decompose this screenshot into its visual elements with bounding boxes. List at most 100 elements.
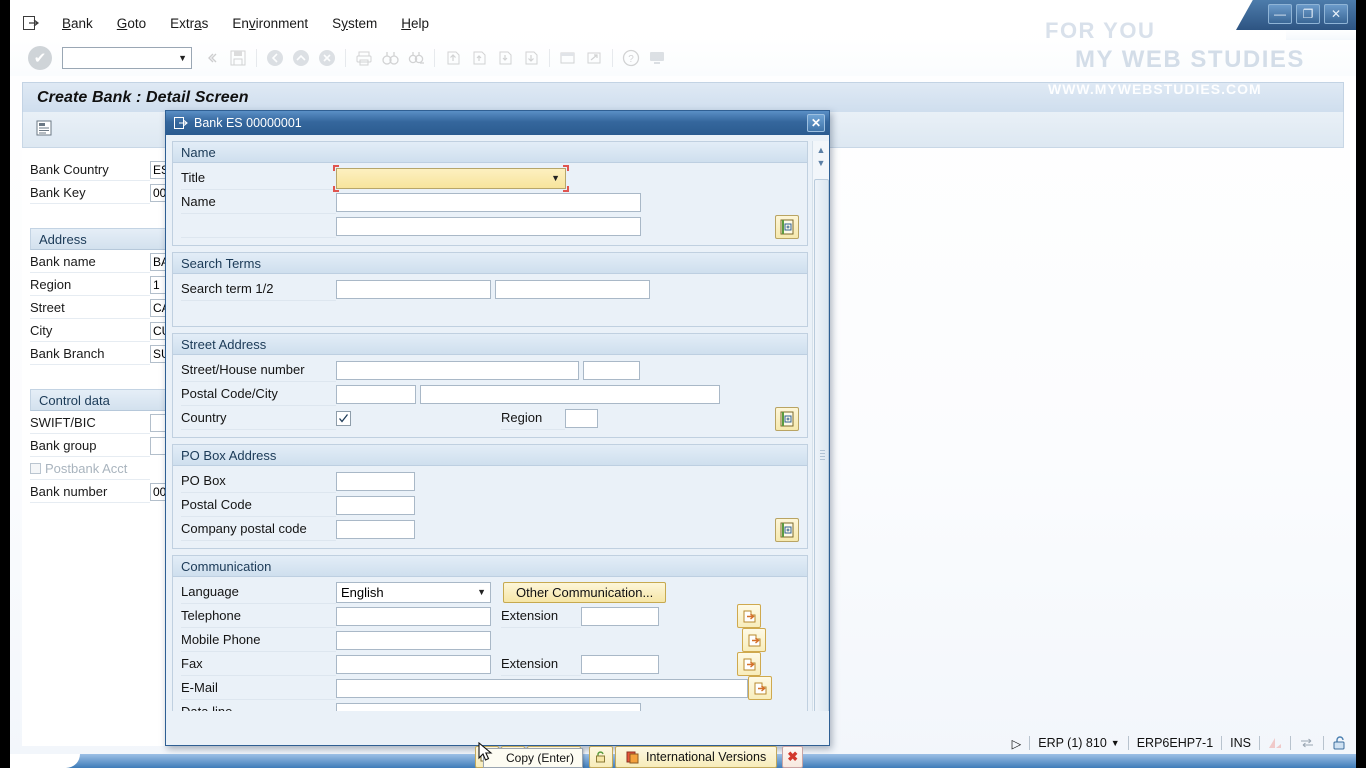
next-page-icon[interactable] bbox=[493, 45, 517, 71]
chevron-down-icon: ▼ bbox=[551, 173, 560, 183]
goto-details-icon[interactable] bbox=[737, 652, 761, 676]
new-session-icon[interactable] bbox=[556, 45, 580, 71]
fax-input[interactable] bbox=[336, 654, 491, 674]
scroll-down-arrow-icon[interactable]: ▼ bbox=[814, 156, 829, 169]
row-search-term: Search term 1/2 bbox=[173, 277, 807, 301]
data-line-input[interactable] bbox=[336, 702, 641, 711]
region-label: Region bbox=[30, 273, 150, 296]
dialog-title-bar[interactable]: Bank ES 00000001 ✕ bbox=[166, 111, 829, 135]
fax-label: Fax bbox=[181, 652, 336, 676]
street-house-label: Street/House number bbox=[181, 358, 336, 382]
street-input[interactable] bbox=[336, 360, 579, 380]
name2-input[interactable] bbox=[336, 216, 641, 236]
system-menu-icon[interactable] bbox=[18, 12, 44, 34]
search-term-2-input[interactable] bbox=[495, 279, 650, 299]
maximize-button[interactable]: ❐ bbox=[1296, 4, 1320, 24]
goto-details-icon[interactable] bbox=[737, 604, 761, 628]
goto-details-icon[interactable] bbox=[748, 676, 772, 700]
group-street-address: Street Address Street/House number Posta… bbox=[172, 333, 808, 438]
scrollbar-track[interactable] bbox=[813, 169, 829, 711]
customize-local-layout-icon[interactable] bbox=[645, 45, 669, 71]
menu-item-environment[interactable]: Environment bbox=[220, 13, 320, 34]
title-label: Title bbox=[181, 166, 336, 190]
email-input[interactable] bbox=[336, 678, 748, 698]
country-checkbox[interactable] bbox=[336, 410, 351, 426]
status-play-icon[interactable]: ▷ bbox=[1004, 736, 1030, 751]
po-box-label: PO Box bbox=[181, 469, 336, 493]
other-communication-button[interactable]: Other Communication... bbox=[503, 581, 667, 603]
city-input[interactable] bbox=[420, 384, 720, 404]
menu-item-system[interactable]: System bbox=[320, 13, 389, 34]
po-postal-code-label: Postal Code bbox=[181, 493, 336, 517]
minimize-button[interactable]: — bbox=[1268, 4, 1292, 24]
row-po-box: PO Box bbox=[173, 469, 807, 493]
cancel-icon[interactable] bbox=[315, 45, 339, 71]
previous-page-icon[interactable] bbox=[467, 45, 491, 71]
dialog-window-icon bbox=[174, 117, 188, 129]
maintain-address-icon[interactable] bbox=[775, 518, 799, 542]
fax-extension-input[interactable] bbox=[581, 654, 659, 674]
mobile-phone-input[interactable] bbox=[336, 630, 491, 650]
region-input[interactable] bbox=[565, 408, 598, 428]
menu-item-help[interactable]: Help bbox=[389, 13, 441, 34]
close-button[interactable]: ✕ bbox=[1324, 4, 1348, 24]
scrollbar-thumb[interactable] bbox=[813, 179, 829, 711]
company-postal-code-input[interactable] bbox=[336, 519, 415, 539]
dialog-scrollbar[interactable]: ▲ ▼ ▲ ▼ bbox=[812, 141, 829, 711]
menu-item-extras[interactable]: Extras bbox=[158, 13, 220, 34]
toolbar-icons: ? bbox=[200, 45, 669, 71]
minimize-icon: — bbox=[1274, 7, 1286, 21]
save-icon[interactable] bbox=[226, 45, 250, 71]
status-insert-mode[interactable]: INS bbox=[1222, 736, 1259, 750]
menu-item-bank-label: ank bbox=[71, 15, 93, 31]
bank-key-label: Bank Key bbox=[30, 181, 150, 204]
enter-icon[interactable]: ✔ bbox=[28, 46, 52, 70]
group-street-address-header: Street Address bbox=[173, 334, 807, 355]
po-box-input[interactable] bbox=[336, 471, 415, 491]
status-system[interactable]: ERP (1) 810 ▼ bbox=[1030, 736, 1127, 750]
exit-icon[interactable] bbox=[289, 45, 313, 71]
telephone-input[interactable] bbox=[336, 606, 491, 626]
postal-code-input[interactable] bbox=[336, 384, 416, 404]
maintain-address-icon[interactable] bbox=[775, 407, 799, 431]
postbank-acct-checkbox[interactable] bbox=[30, 463, 41, 474]
lock-open-icon[interactable] bbox=[1324, 736, 1356, 750]
maintain-address-icon[interactable] bbox=[775, 215, 799, 239]
telephone-extension-input[interactable] bbox=[581, 606, 659, 626]
row-po-postal-code: Postal Code bbox=[173, 493, 807, 517]
back-arrow-icon[interactable] bbox=[263, 45, 287, 71]
scroll-up-arrow-icon[interactable]: ▲ bbox=[814, 143, 829, 156]
create-shortcut-icon[interactable] bbox=[582, 45, 606, 71]
chevron-down-icon: ▼ bbox=[178, 53, 187, 63]
cancel-button[interactable]: ✖ bbox=[782, 746, 804, 768]
last-page-icon[interactable] bbox=[519, 45, 543, 71]
cancel-icon: ✖ bbox=[787, 749, 799, 764]
help-icon[interactable]: ? bbox=[619, 45, 643, 71]
group-po-box-header: PO Box Address bbox=[173, 445, 807, 466]
dialog-close-button[interactable]: ✕ bbox=[807, 114, 825, 132]
print-icon[interactable] bbox=[352, 45, 376, 71]
change-document-icon[interactable] bbox=[35, 119, 57, 141]
goto-details-icon[interactable] bbox=[742, 628, 766, 652]
menu-item-bank[interactable]: Bank bbox=[50, 13, 105, 34]
menu-item-goto[interactable]: Goto bbox=[105, 13, 158, 34]
language-dropdown[interactable]: English ▼ bbox=[336, 581, 491, 603]
bank-group-label: Bank group bbox=[30, 434, 150, 457]
back-icon[interactable] bbox=[200, 45, 224, 71]
first-page-icon[interactable] bbox=[441, 45, 465, 71]
command-field[interactable]: ▼ bbox=[62, 47, 192, 69]
find-icon[interactable] bbox=[378, 45, 402, 71]
unlock-button[interactable] bbox=[588, 746, 613, 768]
international-versions-button[interactable]: International Versions bbox=[614, 746, 778, 768]
house-number-input[interactable] bbox=[583, 360, 640, 380]
po-postal-code-input[interactable] bbox=[336, 495, 415, 515]
mobile-phone-label: Mobile Phone bbox=[181, 628, 336, 652]
name-input[interactable] bbox=[336, 192, 641, 212]
title-dropdown[interactable]: ▼ bbox=[333, 164, 569, 192]
company-postal-code-label: Company postal code bbox=[181, 517, 336, 541]
international-versions-label: International Versions bbox=[645, 750, 767, 764]
search-term-1-input[interactable] bbox=[336, 279, 491, 299]
find-next-icon[interactable] bbox=[404, 45, 428, 71]
toolbar-separator bbox=[345, 49, 346, 67]
page-title: Create Bank : Detail Screen bbox=[22, 82, 1344, 112]
